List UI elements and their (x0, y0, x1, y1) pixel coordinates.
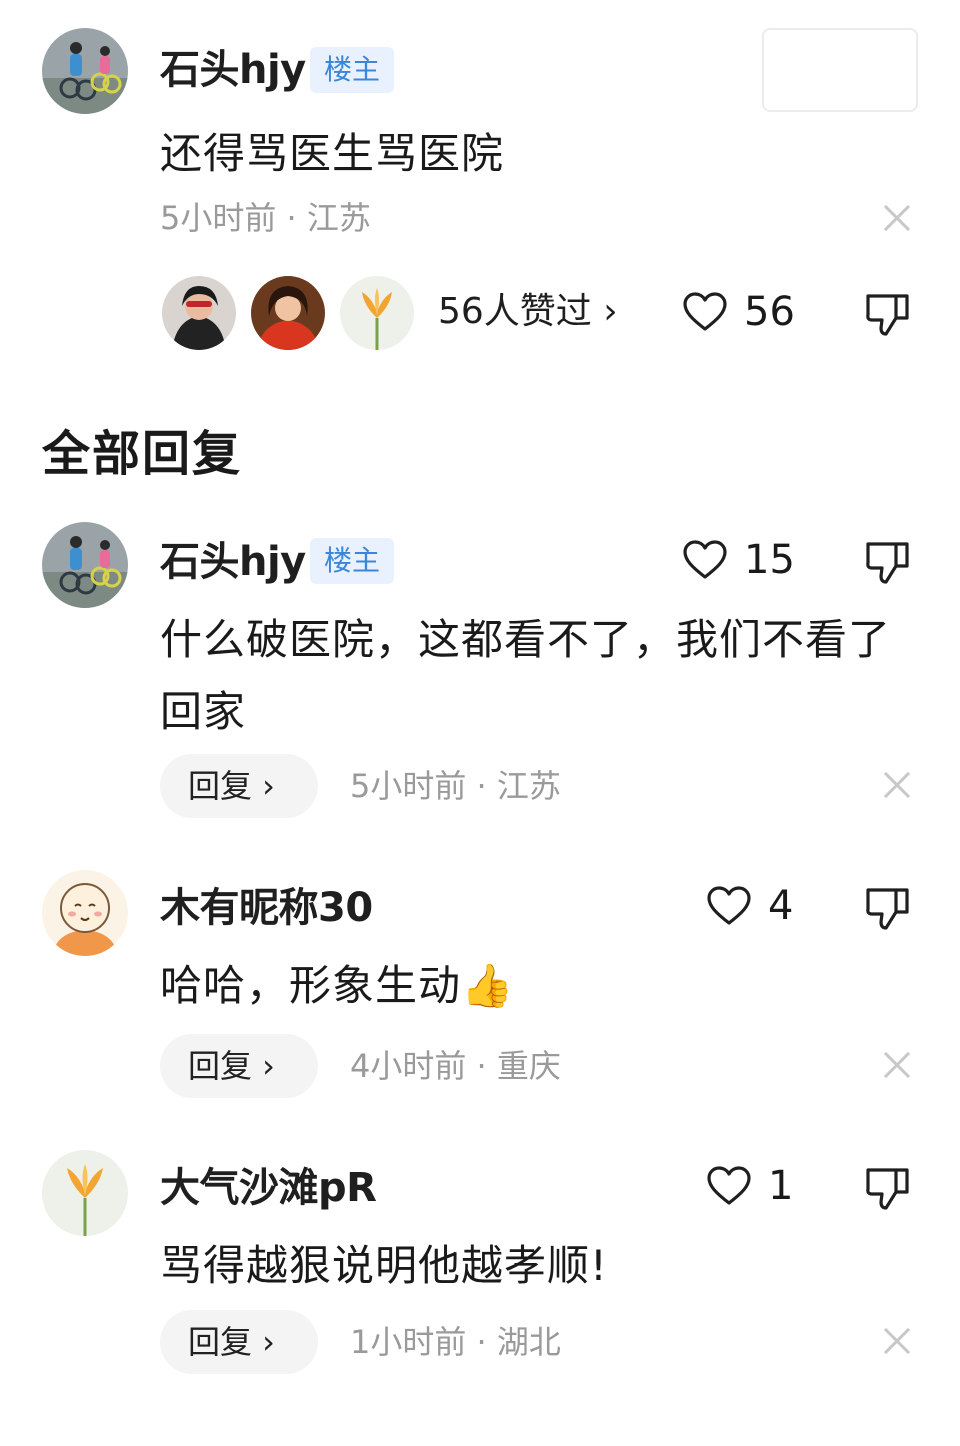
like-button[interactable]: 4 (706, 876, 793, 936)
like-button[interactable]: 15 (682, 530, 795, 590)
comment-text: 骂得越狠说明他越孝顺! (160, 1241, 608, 1290)
like-count: 4 (768, 883, 794, 929)
close-icon[interactable] (882, 1326, 912, 1356)
like-count: 15 (744, 537, 795, 583)
close-icon[interactable] (882, 1050, 912, 1080)
like-count: 1 (768, 1163, 794, 1209)
dislike-button[interactable] (864, 884, 912, 932)
thumbs-down-icon (866, 888, 909, 930)
liked-by-link[interactable]: 56人赞过 › (438, 290, 618, 334)
section-title: 全部回复 (42, 426, 243, 482)
time-location: 4小时前 · 重庆 (350, 1047, 561, 1085)
like-button[interactable]: 1 (706, 1156, 793, 1216)
dislike-button[interactable] (864, 1164, 912, 1212)
heart-icon (707, 1166, 751, 1205)
username[interactable]: 木有昵称30 (160, 884, 373, 932)
username[interactable]: 石头hjy (160, 538, 306, 586)
comment-text-body: 哈哈，形象生动 (160, 961, 462, 1010)
user-avatar[interactable] (42, 522, 128, 608)
comment-text: 哈哈，形象生动👍 (160, 950, 514, 1022)
dislike-button[interactable] (864, 538, 912, 586)
dislike-button[interactable] (864, 290, 912, 338)
thumbs-down-icon (866, 1168, 909, 1210)
close-icon[interactable] (882, 770, 912, 800)
reply-button[interactable]: 回复 › (160, 754, 318, 818)
liker-avatar[interactable] (251, 276, 325, 350)
thumbs-down-icon (866, 294, 909, 336)
thumbs-up-emoji: 👍 (461, 961, 515, 1010)
owner-badge: 楼主 (310, 47, 395, 93)
owner-badge: 楼主 (310, 538, 395, 584)
thumbs-down-icon (866, 542, 909, 584)
image-placeholder[interactable] (762, 28, 918, 112)
user-avatar[interactable] (42, 28, 128, 114)
user-avatar[interactable] (42, 870, 128, 956)
time-location: 5小时前 · 江苏 (160, 199, 371, 237)
reply-button[interactable]: 回复 › (160, 1034, 318, 1098)
liker-avatar[interactable] (162, 276, 236, 350)
like-button[interactable]: 56 (682, 282, 795, 342)
like-count: 56 (744, 289, 795, 335)
heart-icon (683, 292, 727, 331)
username[interactable]: 大气沙滩pR (160, 1164, 377, 1212)
comment-text: 还得骂医生骂医院 (160, 129, 505, 178)
heart-icon (683, 540, 727, 579)
close-icon[interactable] (882, 203, 912, 233)
user-avatar[interactable] (42, 1150, 128, 1236)
username[interactable]: 石头hjy (160, 46, 306, 94)
heart-icon (707, 886, 751, 925)
time-location: 5小时前 · 江苏 (350, 767, 561, 805)
reply-button[interactable]: 回复 › (160, 1310, 318, 1374)
comment-text: 什么破医院，这都看不了，我们不看了回家 (160, 615, 892, 736)
time-location: 1小时前 · 湖北 (350, 1323, 561, 1361)
liker-avatar[interactable] (340, 276, 414, 350)
